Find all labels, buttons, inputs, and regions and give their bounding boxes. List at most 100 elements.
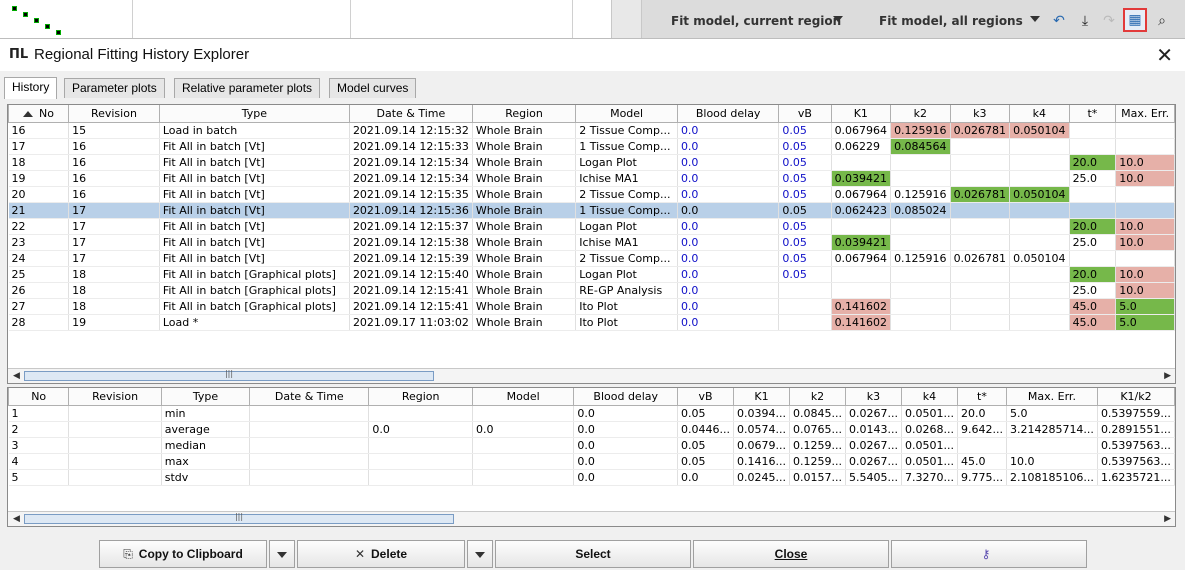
statistics-table: No Revision Type Date & Time Region Model Bloo… — [7, 388, 1176, 486]
table-row[interactable]: 3 median 0.0 0.05 0.0679... 0.1259... 0.0267..… — [8, 437, 1176, 454]
copy-options-dropdown[interactable] — [269, 540, 295, 568]
history-column-header[interactable]: No — [7, 105, 70, 123]
statistics-column-header[interactable]: t* — [956, 388, 1007, 406]
table-cell: 0.0 — [677, 154, 780, 171]
table-cell: Fit All in batch [Vt] — [159, 202, 350, 219]
close-button[interactable]: Close — [693, 540, 889, 568]
table-row[interactable]: 19 16 Fit All in batch [Vt] 2021.09.14 12:1… — [8, 170, 1175, 187]
scroll-left-icon[interactable]: ◀ — [13, 514, 20, 524]
table-row[interactable]: 20 16 Fit All in batch [Vt] 2021.09.14 12:1… — [8, 186, 1175, 203]
table-row[interactable]: 1 min 0.0 0.05 0.0394... 0.0845... 0.0267... 0.… — [8, 405, 1176, 422]
table-cell: 10.0 — [1115, 218, 1175, 235]
history-column-header[interactable]: vB — [778, 105, 832, 123]
history-column-header[interactable]: Revision — [68, 105, 160, 123]
table-row[interactable]: 18 16 Fit All in batch [Vt] 2021.09.14 12:1… — [8, 154, 1175, 171]
statistics-column-header[interactable]: k3 — [845, 388, 902, 406]
table-cell: 0.05 — [778, 218, 832, 235]
table-cell: 0.0679... — [733, 437, 791, 454]
table-row[interactable]: 26 18 Fit All in batch [Graphical plots] 20… — [8, 282, 1175, 299]
statistics-column-header[interactable]: Blood delay — [573, 388, 679, 406]
table-cell: 0.0 — [677, 469, 735, 486]
history-column-header[interactable]: Type — [158, 105, 350, 123]
table-cell: 0.05 — [778, 122, 832, 139]
table-row[interactable]: 4 max 0.0 0.05 0.1416... 0.1259... 0.0267... 0.… — [8, 453, 1176, 470]
table-cell: 25 — [8, 266, 70, 283]
history-column-header[interactable]: k3 — [949, 105, 1011, 123]
scroll-left-icon[interactable]: ◀ — [13, 371, 20, 381]
statistics-column-header[interactable]: Type — [160, 388, 251, 406]
copy-label: Copy to Clipboard — [138, 547, 243, 561]
statistics-column-header[interactable]: Date & Time — [249, 388, 370, 406]
table-row[interactable]: 21 17 Fit All in batch [Vt] 2021.09.14 12:1… — [8, 202, 1175, 219]
delete-button[interactable]: ✕ Delete — [297, 540, 465, 568]
history-explorer-icon[interactable]: ▦ — [1123, 8, 1147, 32]
splitter[interactable] — [612, 0, 642, 38]
history-column-header[interactable]: t* — [1068, 105, 1117, 123]
statistics-horizontal-scrollbar[interactable]: ◀ ▶ — [8, 511, 1175, 526]
fit-all-regions-dropdown[interactable]: Fit model, all regions — [879, 14, 1023, 28]
select-button[interactable]: Select — [495, 540, 691, 568]
statistics-column-header[interactable]: No — [7, 388, 70, 406]
statistics-column-header[interactable]: vB — [677, 388, 735, 406]
table-row[interactable]: 23 17 Fit All in batch [Vt] 2021.09.14 12:1… — [8, 234, 1175, 251]
scroll-right-icon[interactable]: ▶ — [1164, 514, 1171, 524]
table-cell: 27 — [8, 298, 70, 315]
history-column-header[interactable]: k2 — [890, 105, 951, 123]
table-cell — [890, 298, 951, 315]
scrollbar-thumb[interactable] — [24, 371, 434, 381]
history-column-header[interactable]: Region — [471, 105, 577, 123]
undo-icon[interactable]: ↶ — [1050, 12, 1068, 30]
statistics-column-header[interactable]: Model — [471, 388, 575, 406]
table-row[interactable]: 17 16 Fit All in batch [Vt] 2021.09.14 12:1… — [8, 138, 1175, 155]
table-row[interactable]: 5 stdv 0.0 0.0 0.0245... 0.0157... 5.5405... 7.… — [8, 469, 1176, 486]
tab-model-curves[interactable]: Model curves — [329, 78, 417, 98]
statistics-column-header[interactable]: k2 — [789, 388, 846, 406]
tab-history[interactable]: History — [4, 77, 58, 99]
column-label: Date & Time — [376, 106, 446, 120]
table-cell: 22 — [8, 218, 70, 235]
statistics-column-header[interactable]: K1/k2 — [1096, 388, 1176, 406]
image-canvas — [0, 0, 612, 38]
table-row[interactable]: 22 17 Fit All in batch [Vt] 2021.09.14 12:1… — [8, 218, 1175, 235]
column-label: Max. Err. — [1121, 106, 1170, 120]
history-column-header[interactable]: Date & Time — [348, 105, 473, 123]
table-row[interactable]: 25 18 Fit All in batch [Graphical plots] 20… — [8, 266, 1175, 283]
history-horizontal-scrollbar[interactable]: ◀ ▶ — [8, 368, 1175, 383]
statistics-column-header[interactable]: Max. Err. — [1005, 388, 1098, 406]
table-cell: 0.06229 — [831, 138, 892, 155]
statistics-column-header[interactable]: Revision — [68, 388, 162, 406]
history-column-header[interactable]: Model — [575, 105, 678, 123]
table-cell: Whole Brain — [472, 170, 577, 187]
chevron-down-icon[interactable] — [833, 16, 843, 22]
close-icon[interactable]: ✕ — [1156, 43, 1173, 67]
history-column-header[interactable]: Blood delay — [676, 105, 780, 123]
table-row[interactable]: 24 17 Fit All in batch [Vt] 2021.09.14 12:1… — [8, 250, 1175, 267]
table-cell: 0.0845... — [789, 405, 846, 422]
chevron-down-icon[interactable] — [1030, 16, 1040, 22]
table-row[interactable]: 2 average 0.0 0.0 0.0 0.0446... 0.0574... 0.076… — [8, 421, 1176, 438]
table-cell: 0.05 — [778, 138, 832, 155]
statistics-column-header[interactable]: Region — [368, 388, 473, 406]
delete-options-dropdown[interactable] — [467, 540, 493, 568]
table-row[interactable]: 16 15 Load in batch 2021.09.14 12:15:32 Whol… — [8, 122, 1175, 139]
table-cell: 2021.09.14 12:15:39 — [349, 250, 473, 267]
statistics-column-header[interactable]: K1 — [733, 388, 791, 406]
table-row[interactable]: 28 19 Load * 2021.09.17 11:03:02 Whole Brain… — [8, 314, 1175, 331]
statistics-column-header[interactable]: k4 — [900, 388, 958, 406]
download-icon[interactable]: ⤓ — [1076, 12, 1094, 30]
table-cell: 20.0 — [1069, 154, 1117, 171]
copy-to-clipboard-button[interactable]: ⎘ Copy to Clipboard — [99, 540, 267, 568]
scroll-right-icon[interactable]: ▶ — [1164, 371, 1171, 381]
fit-current-region-dropdown[interactable]: Fit model, current region — [671, 14, 841, 28]
tab-relative-parameter-plots[interactable]: Relative parameter plots — [174, 78, 321, 98]
tab-parameter-plots[interactable]: Parameter plots — [64, 78, 165, 98]
history-column-header[interactable]: Max. Err. — [1115, 105, 1175, 123]
table-cell: 0.067964 — [831, 122, 892, 139]
scrollbar-thumb[interactable] — [24, 514, 454, 524]
history-column-header[interactable]: K1 — [830, 105, 892, 123]
settings-button[interactable]: ⚷ — [891, 540, 1087, 568]
history-column-header[interactable]: k4 — [1009, 105, 1070, 123]
preview-icon[interactable]: ⌕ — [1153, 12, 1171, 30]
table-cell: Ichise MA1 — [575, 234, 678, 251]
table-row[interactable]: 27 18 Fit All in batch [Graphical plots] 20… — [8, 298, 1175, 315]
